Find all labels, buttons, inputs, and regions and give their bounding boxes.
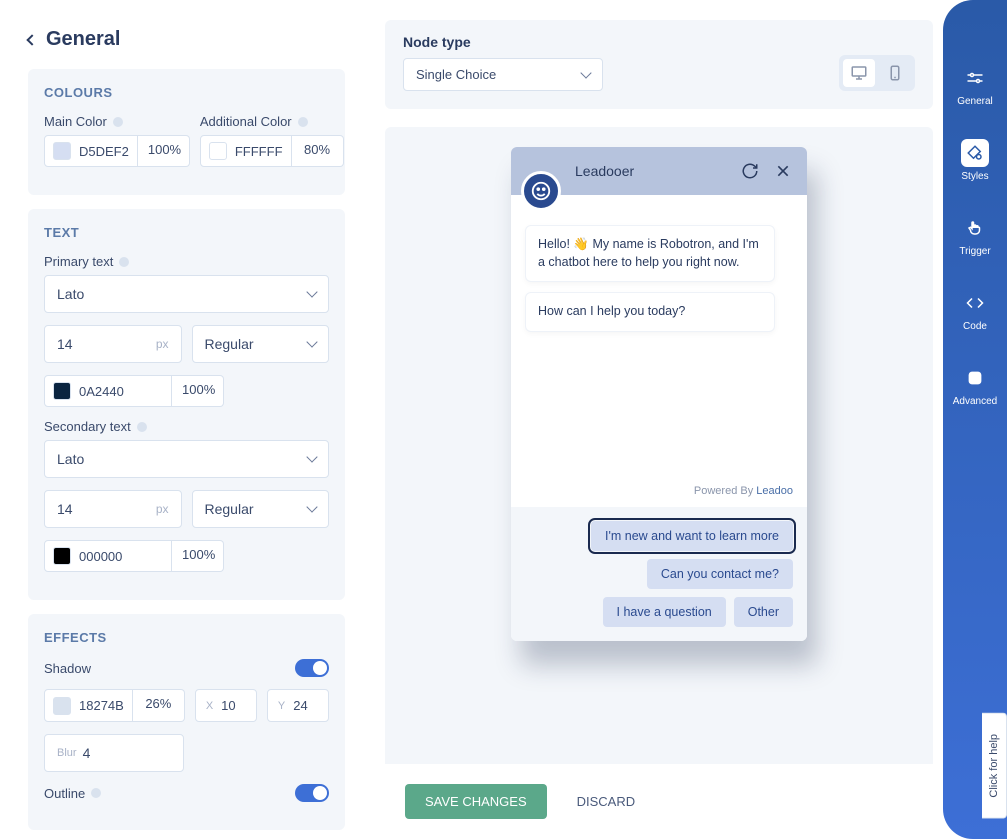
powered-link[interactable]: Leadoo	[756, 485, 793, 497]
main-opacity-input[interactable]: 100%	[138, 135, 190, 167]
sliders-icon	[966, 69, 984, 87]
main-color-label: Main Color	[44, 114, 190, 129]
info-icon[interactable]	[119, 257, 129, 267]
chevron-down-icon	[306, 286, 317, 297]
node-type-box: Node type Single Choice	[385, 20, 933, 109]
primary-color-input[interactable]: 0A2440	[44, 375, 172, 407]
back-icon[interactable]	[26, 34, 37, 45]
chevron-down-icon	[580, 67, 591, 78]
chat-widget: Leadooer Hello! 👋 My name is Robotron, a…	[511, 147, 807, 641]
rail-item-general[interactable]: General	[943, 60, 1007, 111]
mobile-icon	[886, 64, 904, 82]
primary-text-label: Primary text	[44, 254, 329, 269]
chat-option-contact[interactable]: Can you contact me?	[647, 559, 793, 589]
additional-color-input[interactable]: FFFFFF	[200, 135, 292, 167]
chat-avatar	[521, 171, 561, 211]
primary-opacity-input[interactable]: 100%	[172, 375, 224, 407]
shadow-opacity-input[interactable]: 26%	[133, 689, 185, 722]
additional-opacity-input[interactable]: 80%	[292, 135, 344, 167]
info-icon[interactable]	[137, 422, 147, 432]
color-swatch[interactable]	[53, 547, 71, 565]
info-icon[interactable]	[113, 117, 123, 127]
help-tab[interactable]: Click for help	[982, 713, 1007, 819]
info-icon[interactable]	[298, 117, 308, 127]
primary-size-input[interactable]: 14px	[44, 325, 182, 363]
additional-color-label: Additional Color	[200, 114, 344, 129]
discard-button[interactable]: DISCARD	[577, 794, 636, 809]
shadow-label: Shadow	[44, 661, 91, 676]
bot-face-icon	[530, 180, 552, 202]
rail-item-styles[interactable]: Styles	[943, 135, 1007, 186]
blur-input[interactable]: Blur4	[44, 734, 184, 772]
chat-message: How can I help you today?	[525, 292, 775, 332]
right-nav-rail: General Styles Trigger Code Advanced Cli…	[943, 0, 1007, 839]
chat-option-learn-more[interactable]: I'm new and want to learn more	[591, 521, 793, 551]
text-section: TEXT Primary text Lato 14px Regular 0A24…	[28, 209, 345, 600]
save-button[interactable]: SAVE CHANGES	[405, 784, 547, 819]
chevron-down-icon	[306, 451, 317, 462]
effects-section: EFFECTS Shadow 18274B 26% X10 Y24 Blur4 …	[28, 614, 345, 830]
color-swatch[interactable]	[53, 697, 71, 715]
color-swatch[interactable]	[53, 142, 71, 160]
primary-font-select[interactable]: Lato	[44, 275, 329, 313]
chat-option-question[interactable]: I have a question	[603, 597, 726, 627]
code-icon	[966, 294, 984, 312]
refresh-icon[interactable]	[741, 162, 759, 180]
powered-by: Powered By Leadoo	[511, 485, 807, 507]
shadow-toggle[interactable]	[295, 659, 329, 677]
shadow-x-input[interactable]: X10	[195, 689, 257, 722]
secondary-color-input[interactable]: 000000	[44, 540, 172, 572]
chat-message: Hello! 👋 My name is Robotron, and I'm a …	[525, 225, 775, 282]
settings-panel: General COLOURS Main Color D5DEF2 100% A…	[0, 0, 365, 839]
chat-title: Leadooer	[575, 163, 634, 179]
chat-body: Hello! 👋 My name is Robotron, and I'm a …	[511, 195, 807, 485]
node-type-select[interactable]: Single Choice	[403, 58, 603, 91]
pointer-icon	[966, 219, 984, 237]
outline-toggle[interactable]	[295, 784, 329, 802]
device-toggle	[839, 55, 915, 91]
desktop-icon	[850, 64, 868, 82]
main-color-input[interactable]: D5DEF2	[44, 135, 138, 167]
secondary-opacity-input[interactable]: 100%	[172, 540, 224, 572]
preview-area: Leadooer Hello! 👋 My name is Robotron, a…	[385, 127, 933, 839]
chevron-down-icon	[306, 336, 317, 347]
shadow-color-input[interactable]: 18274B	[44, 689, 133, 722]
advanced-icon	[966, 369, 984, 387]
shadow-y-input[interactable]: Y24	[267, 689, 329, 722]
preview-panel: Node type Single Choice Leadooer	[365, 0, 943, 839]
colours-section: COLOURS Main Color D5DEF2 100% Additiona…	[28, 69, 345, 195]
secondary-text-label: Secondary text	[44, 419, 329, 434]
secondary-size-input[interactable]: 14px	[44, 490, 182, 528]
rail-item-code[interactable]: Code	[943, 285, 1007, 336]
close-icon[interactable]	[775, 163, 791, 179]
footer-actions: SAVE CHANGES DISCARD	[365, 764, 943, 839]
mobile-view-button[interactable]	[879, 59, 911, 87]
secondary-font-select[interactable]: Lato	[44, 440, 329, 478]
panel-header: General	[28, 28, 345, 51]
color-swatch[interactable]	[209, 142, 227, 160]
chat-option-other[interactable]: Other	[734, 597, 793, 627]
outline-label: Outline	[44, 786, 101, 801]
section-title: EFFECTS	[44, 630, 329, 645]
rail-item-trigger[interactable]: Trigger	[943, 210, 1007, 261]
color-swatch[interactable]	[53, 382, 71, 400]
chat-options: I'm new and want to learn more Can you c…	[511, 507, 807, 641]
panel-title: General	[46, 28, 120, 51]
node-type-label: Node type	[403, 34, 603, 50]
palette-icon	[966, 144, 984, 162]
section-title: COLOURS	[44, 85, 329, 100]
section-title: TEXT	[44, 225, 329, 240]
primary-weight-select[interactable]: Regular	[192, 325, 330, 363]
desktop-view-button[interactable]	[843, 59, 875, 87]
chevron-down-icon	[306, 501, 317, 512]
secondary-weight-select[interactable]: Regular	[192, 490, 330, 528]
rail-item-advanced[interactable]: Advanced	[943, 360, 1007, 411]
info-icon[interactable]	[91, 788, 101, 798]
